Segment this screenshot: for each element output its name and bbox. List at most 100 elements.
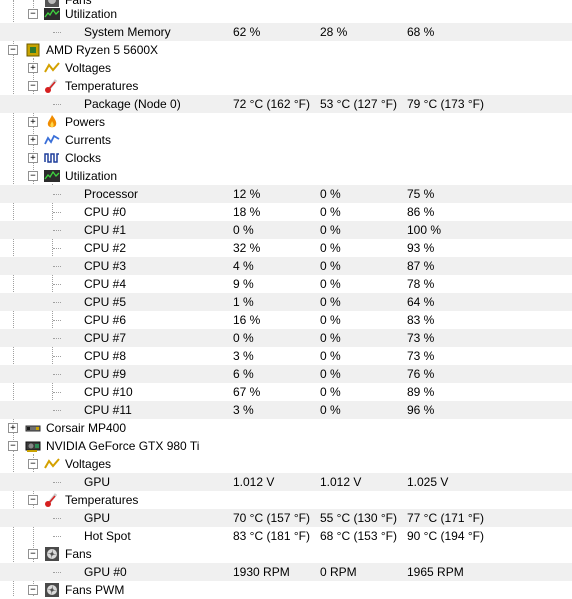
expand-toggle[interactable]: + bbox=[28, 153, 38, 163]
sensor-min: 68 °C (153 °F) bbox=[320, 529, 397, 543]
tree-label: Voltages bbox=[65, 61, 112, 75]
sensor-row-cpu-5[interactable]: CPU #5 1 % 0 % 64 % bbox=[0, 293, 572, 311]
sensor-row-cpu-7[interactable]: CPU #7 0 % 0 % 73 % bbox=[0, 329, 572, 347]
tree-row-gpu-temperatures[interactable]: − Temperatures bbox=[0, 491, 572, 509]
collapse-toggle[interactable]: − bbox=[28, 81, 38, 91]
tree-guide bbox=[53, 194, 61, 195]
sensor-row-cpu-6[interactable]: CPU #6 16 % 0 % 83 % bbox=[0, 311, 572, 329]
cpu-chip-icon bbox=[25, 42, 41, 58]
sensor-name: GPU bbox=[84, 475, 111, 489]
sensor-row-gpu-temp[interactable]: GPU 70 °C (157 °F) 55 °C (130 °F) 77 °C … bbox=[0, 509, 572, 527]
tree-guide bbox=[53, 248, 61, 249]
tree-row-memory-utilization[interactable]: − Utilization bbox=[0, 5, 572, 23]
sensor-row-cpu-3[interactable]: CPU #3 4 % 0 % 87 % bbox=[0, 257, 572, 275]
expand-toggle[interactable]: + bbox=[28, 135, 38, 145]
sensor-max: 73 % bbox=[407, 349, 435, 363]
graphics-card-icon bbox=[25, 438, 41, 454]
sensor-row-hotspot[interactable]: Hot Spot 83 °C (181 °F) 68 °C (153 °F) 9… bbox=[0, 527, 572, 545]
tree-row-storage[interactable]: + Corsair MP400 bbox=[0, 419, 572, 437]
tree-label: Utilization bbox=[65, 169, 118, 183]
clock-signal-icon bbox=[44, 150, 60, 166]
sensor-row-cpu-0[interactable]: CPU #0 18 % 0 % 86 % bbox=[0, 203, 572, 221]
tree-row-gpu[interactable]: − NVIDIA GeForce GTX 980 Ti bbox=[0, 437, 572, 455]
collapse-toggle[interactable]: − bbox=[28, 459, 38, 469]
sensor-max: 68 % bbox=[407, 25, 435, 39]
sensor-value: 1930 RPM bbox=[233, 565, 290, 579]
tree-row-cpu-currents[interactable]: + Currents bbox=[0, 131, 572, 149]
sensor-min: 0 % bbox=[320, 403, 341, 417]
tree-guide bbox=[53, 482, 61, 483]
tree-row-cpu-voltages[interactable]: + Voltages bbox=[0, 59, 572, 77]
sensor-min: 0 % bbox=[320, 367, 341, 381]
tree-row-cpu-temperatures[interactable]: − Temperatures bbox=[0, 77, 572, 95]
sensor-name: CPU #6 bbox=[84, 313, 127, 327]
sensor-value: 6 % bbox=[233, 367, 254, 381]
sensor-max: 64 % bbox=[407, 295, 435, 309]
collapse-toggle[interactable]: − bbox=[28, 495, 38, 505]
sensor-value: 1.012 V bbox=[233, 475, 275, 489]
collapse-toggle[interactable]: − bbox=[28, 585, 38, 595]
tree-label: Utilization bbox=[65, 7, 118, 21]
sensor-name: CPU #2 bbox=[84, 241, 127, 255]
tree-row-cpu[interactable]: − AMD Ryzen 5 5600X bbox=[0, 41, 572, 59]
sensor-min: 0 % bbox=[320, 223, 341, 237]
sensor-value: 70 °C (157 °F) bbox=[233, 511, 310, 525]
sensor-name: CPU #11 bbox=[84, 403, 132, 417]
sensor-value: 1 % bbox=[233, 295, 254, 309]
sensor-row-processor[interactable]: Processor 12 % 0 % 75 % bbox=[0, 185, 572, 203]
sensor-row-cpu-2[interactable]: CPU #2 32 % 0 % 93 % bbox=[0, 239, 572, 257]
sensor-min: 0 % bbox=[320, 241, 341, 255]
sensor-min: 0 % bbox=[320, 187, 341, 201]
tree-row-cpu-utilization[interactable]: − Utilization bbox=[0, 167, 572, 185]
sensor-max: 76 % bbox=[407, 367, 435, 381]
sensor-max: 100 % bbox=[407, 223, 442, 237]
sensor-row-cpu-9[interactable]: CPU #9 6 % 0 % 76 % bbox=[0, 365, 572, 383]
sensor-name: CPU #10 bbox=[84, 385, 133, 399]
tree-row-gpu-voltages[interactable]: − Voltages bbox=[0, 455, 572, 473]
sensor-row-package[interactable]: Package (Node 0) 72 °C (162 °F) 53 °C (1… bbox=[0, 95, 572, 113]
sensor-value: 18 % bbox=[233, 205, 261, 219]
tree-guide bbox=[53, 212, 61, 213]
tree-guide bbox=[53, 302, 61, 303]
tree-label: Fans PWM bbox=[65, 583, 125, 597]
sensor-row-gpu-fan-0[interactable]: GPU #0 1930 RPM 0 RPM 1965 RPM bbox=[0, 563, 572, 581]
sensor-min: 1.012 V bbox=[320, 475, 362, 489]
tree-row-cpu-powers[interactable]: + Powers bbox=[0, 113, 572, 131]
sensor-max: 78 % bbox=[407, 277, 435, 291]
tree-row-gpu-fans-pwm[interactable]: − Fans PWM bbox=[0, 581, 572, 599]
sensor-row-cpu-1[interactable]: CPU #1 0 % 0 % 100 % bbox=[0, 221, 572, 239]
sensor-row-cpu-4[interactable]: CPU #4 9 % 0 % 78 % bbox=[0, 275, 572, 293]
collapse-toggle[interactable]: − bbox=[8, 45, 18, 55]
expand-toggle[interactable]: + bbox=[28, 117, 38, 127]
sensor-row-gpu-voltage[interactable]: GPU 1.012 V 1.012 V 1.025 V bbox=[0, 473, 572, 491]
tree-label: AMD Ryzen 5 5600X bbox=[46, 43, 159, 57]
tree-row-gpu-fans[interactable]: − Fans bbox=[0, 545, 572, 563]
sensor-row-cpu-11[interactable]: CPU #11 3 % 0 % 96 % bbox=[0, 401, 572, 419]
sensor-row-cpu-8[interactable]: CPU #8 3 % 0 % 73 % bbox=[0, 347, 572, 365]
sensor-min: 0 % bbox=[320, 295, 341, 309]
sensor-min: 0 % bbox=[320, 349, 341, 363]
sensor-max: 75 % bbox=[407, 187, 435, 201]
tree-row-cpu-clocks[interactable]: + Clocks bbox=[0, 149, 572, 167]
sensor-min: 53 °C (127 °F) bbox=[320, 97, 397, 111]
sensor-max: 90 °C (194 °F) bbox=[407, 529, 484, 543]
sensor-min: 0 % bbox=[320, 331, 341, 345]
sensor-row-cpu-10[interactable]: CPU #10 67 % 0 % 89 % bbox=[0, 383, 572, 401]
sensor-name: Hot Spot bbox=[84, 529, 131, 543]
tree-guide bbox=[53, 266, 61, 267]
sensor-row-system-memory[interactable]: System Memory 62 % 28 % 68 % bbox=[0, 23, 572, 41]
sensor-max: 79 °C (173 °F) bbox=[407, 97, 484, 111]
expand-toggle[interactable]: + bbox=[8, 423, 18, 433]
sensor-min: 28 % bbox=[320, 25, 348, 39]
collapse-toggle[interactable]: − bbox=[28, 549, 38, 559]
tree-label: Currents bbox=[65, 133, 112, 147]
sensor-value: 16 % bbox=[233, 313, 261, 327]
tree-guide bbox=[53, 32, 61, 33]
collapse-toggle[interactable]: − bbox=[28, 9, 38, 19]
collapse-toggle[interactable]: − bbox=[8, 441, 18, 451]
sensor-max: 87 % bbox=[407, 259, 435, 273]
collapse-toggle[interactable]: − bbox=[28, 171, 38, 181]
expand-toggle[interactable]: + bbox=[28, 63, 38, 73]
tree-guide bbox=[53, 320, 61, 321]
sensor-value: 4 % bbox=[233, 259, 254, 273]
